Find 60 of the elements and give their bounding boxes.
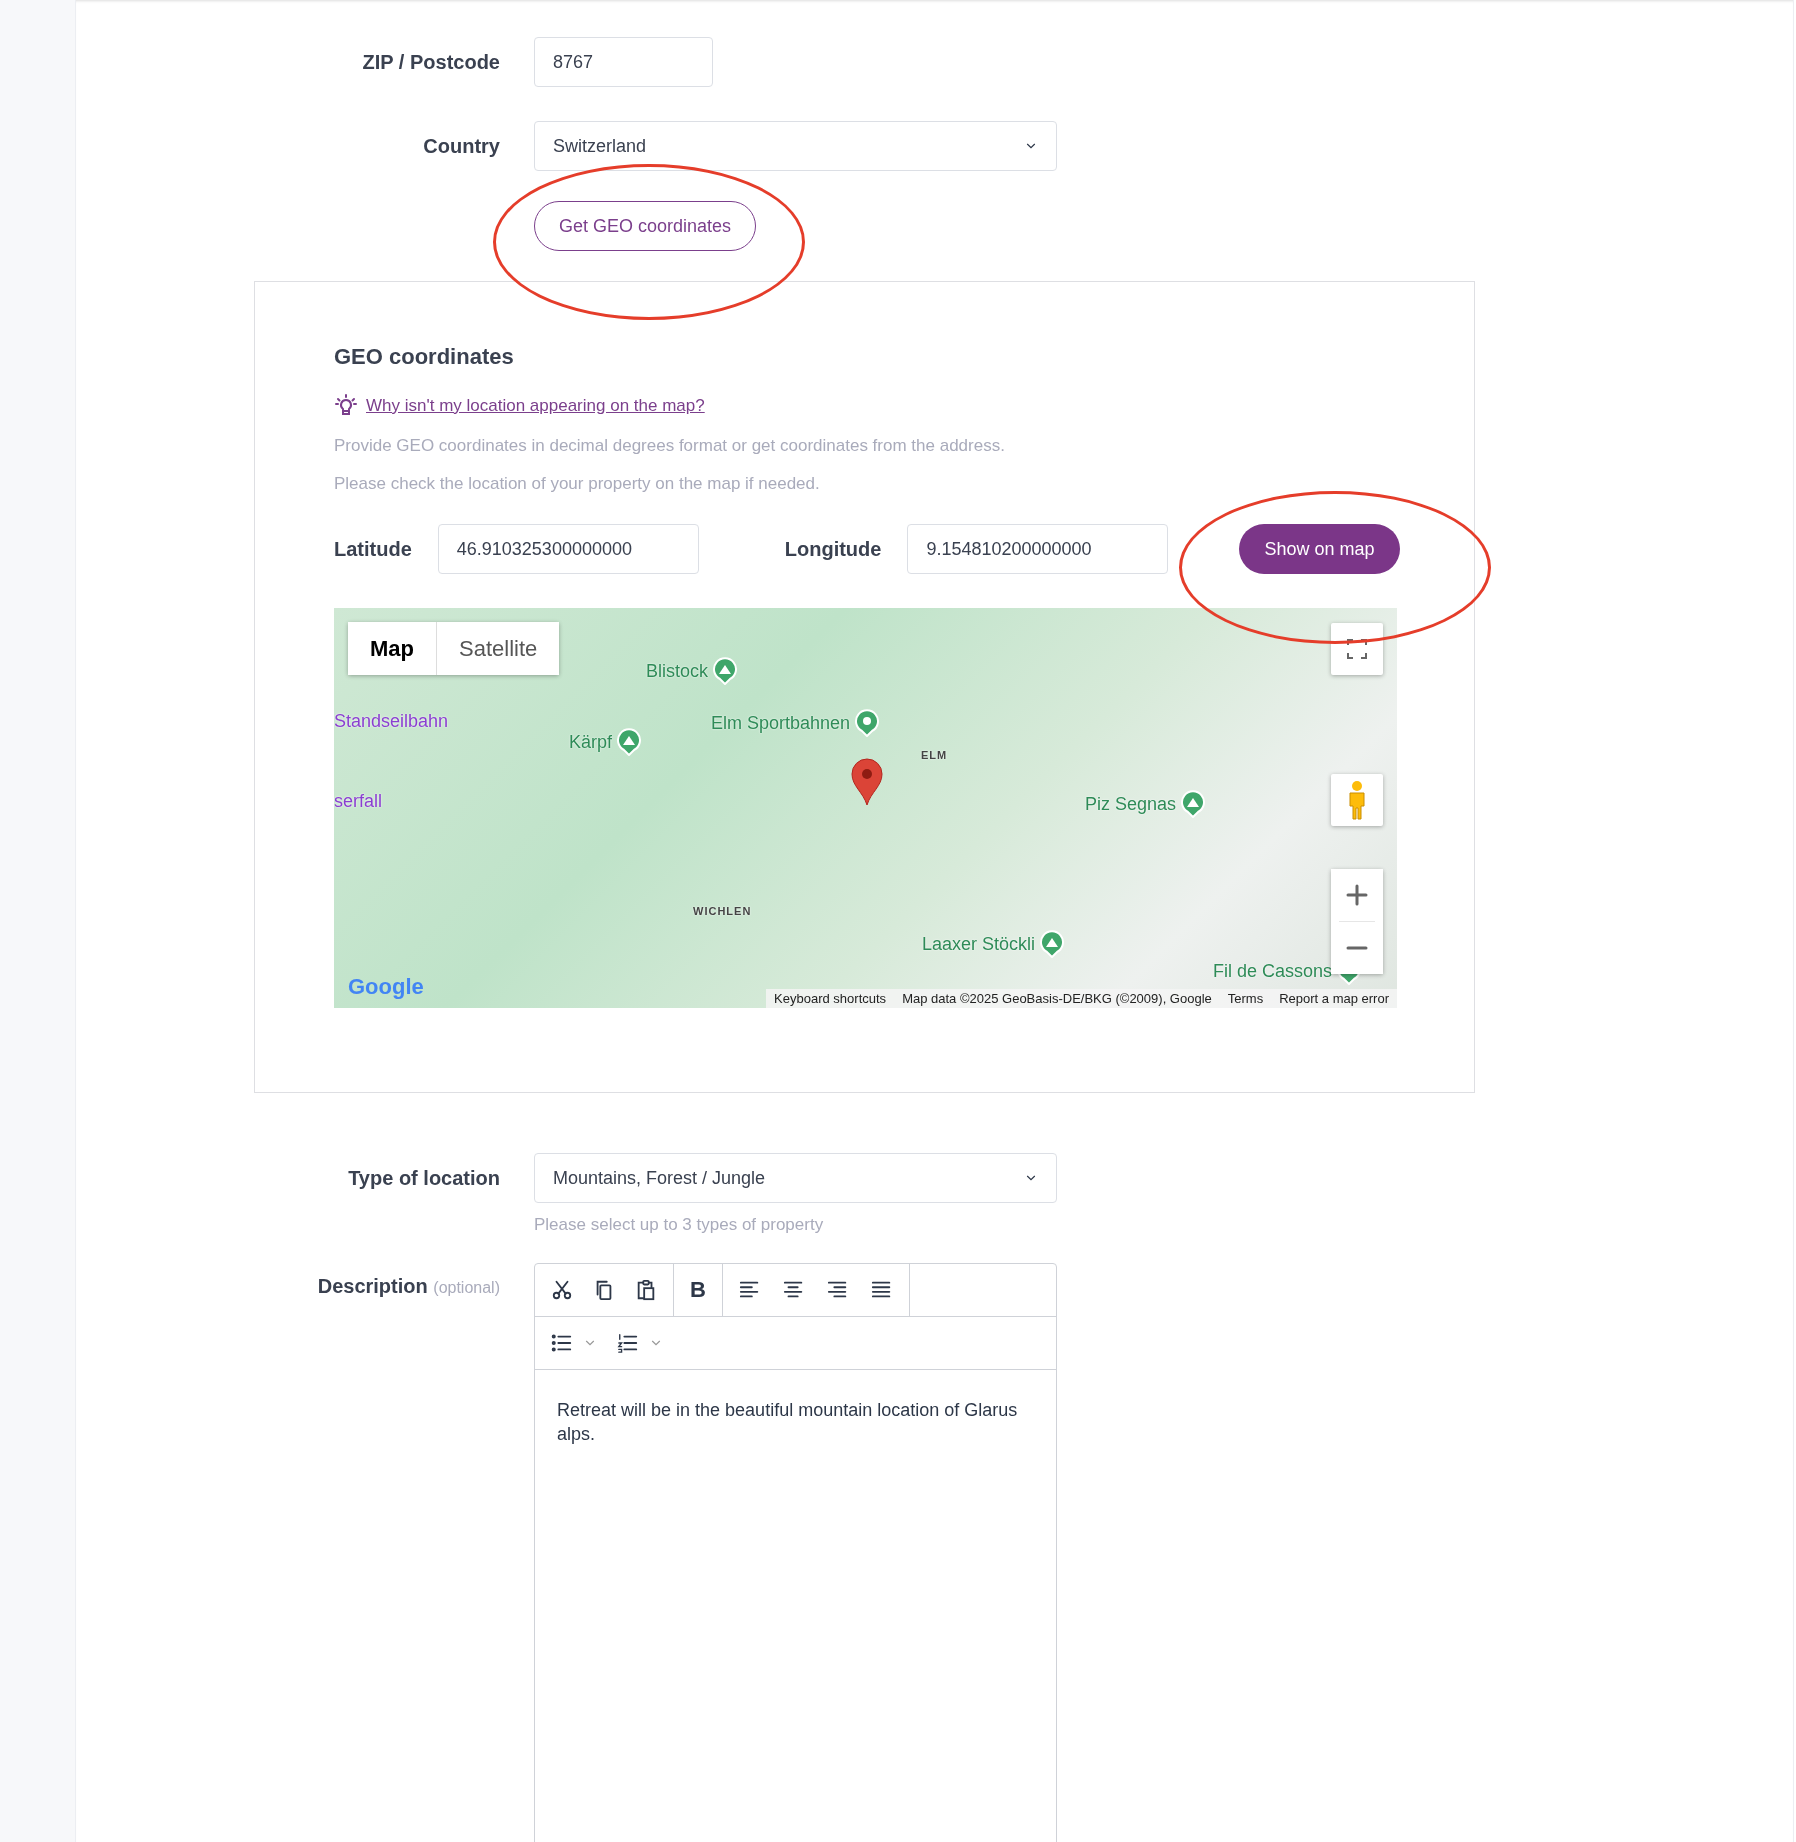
map-link[interactable]: Terms <box>1219 989 1272 1008</box>
fullscreen-icon <box>1345 637 1369 661</box>
get-geo-coordinates-button[interactable]: Get GEO coordinates <box>534 201 757 251</box>
bold-button[interactable]: B <box>690 1277 706 1303</box>
show-on-map-button[interactable]: Show on map <box>1239 524 1400 574</box>
mountain-marker-icon <box>1180 790 1207 818</box>
map-label: Kärpf <box>569 731 613 753</box>
map-pin-icon <box>851 758 883 806</box>
map-logo: Google <box>348 974 424 1000</box>
map-type-tab[interactable]: Satellite <box>436 622 560 675</box>
field-label: Type of location <box>347 1166 500 1190</box>
plus-icon <box>1345 883 1369 907</box>
country-select[interactable]: Switzerland <box>534 121 1057 171</box>
help-link[interactable]: Why isn't my location appearing on the map? <box>366 396 705 416</box>
mountain-marker-icon <box>616 728 643 756</box>
lightbulb-icon <box>334 394 358 418</box>
section-title: GEO coordinates <box>334 344 515 370</box>
map-link[interactable]: Report a map error <box>1271 989 1397 1008</box>
zip-input[interactable]: 8767 <box>534 37 713 87</box>
field-label: ZIP / Postcode <box>361 50 500 74</box>
place-marker-icon <box>854 709 881 737</box>
map-label: WICHLEN <box>693 905 752 917</box>
hint-text: Please select up to 3 types of property <box>534 1215 825 1235</box>
mountain-marker-icon <box>712 657 738 685</box>
minus-icon <box>1345 945 1369 951</box>
map-label: Standseilbahn <box>334 710 449 732</box>
numbered-list-icon <box>617 1332 639 1354</box>
longitude-input[interactable]: 9.154810200000000 <box>907 524 1169 574</box>
map[interactable] <box>334 608 1397 1008</box>
field-label: Description (optional) <box>316 1274 500 1299</box>
hint-text: Please check the location of your property on the map if needed. <box>334 474 821 494</box>
map-link[interactable]: Keyboard shortcuts <box>766 989 895 1008</box>
map-label: Laaxer Stöckli <box>922 933 1036 955</box>
latitude-label: Latitude <box>334 537 412 561</box>
mountain-marker-icon <box>1039 930 1066 958</box>
clipboard-icon <box>635 1279 657 1301</box>
latitude-input[interactable]: 46.910325300000000 <box>437 524 699 574</box>
bullet-list-icon <box>551 1332 573 1354</box>
field-label: Country <box>422 134 500 158</box>
fullscreen-button[interactable] <box>1331 623 1383 675</box>
map-label: Piz Segnas <box>1085 793 1177 815</box>
map-label: Elm Sportbahnen <box>711 712 851 734</box>
map-attribution: Map data ©2025 GeoBasis-DE/BKG (©2009), Google <box>901 990 1213 1008</box>
map-label: serfall <box>334 790 382 812</box>
map-label: Blistock <box>646 660 708 682</box>
zoom-in-button[interactable] <box>1331 869 1383 921</box>
map-label: ELM <box>921 749 948 761</box>
map-type-tab[interactable]: Map <box>348 622 436 675</box>
location-type-select[interactable]: Mountains, Forest / Jungle <box>534 1153 1057 1203</box>
bullet-list-button[interactable] <box>551 1332 597 1354</box>
pegman-icon <box>1346 780 1368 820</box>
cut-button[interactable] <box>551 1279 573 1301</box>
paste-button[interactable] <box>635 1279 657 1301</box>
rich-text-editor[interactable]: B Retreat will be in the beautiful mountain location of Glarus alps. <box>534 1263 1057 1842</box>
longitude-label: Longitude <box>784 537 882 561</box>
hint-text: Provide GEO coordinates in decimal degrees format or get coordinates from the address. <box>334 436 1006 456</box>
description-text: Retreat will be in the beautiful mountain location of Glarus alps. <box>556 1399 1019 1446</box>
map-label: Fil de Cassons <box>1213 960 1333 982</box>
numbered-list-button[interactable] <box>617 1332 663 1354</box>
scissors-icon <box>551 1279 573 1301</box>
